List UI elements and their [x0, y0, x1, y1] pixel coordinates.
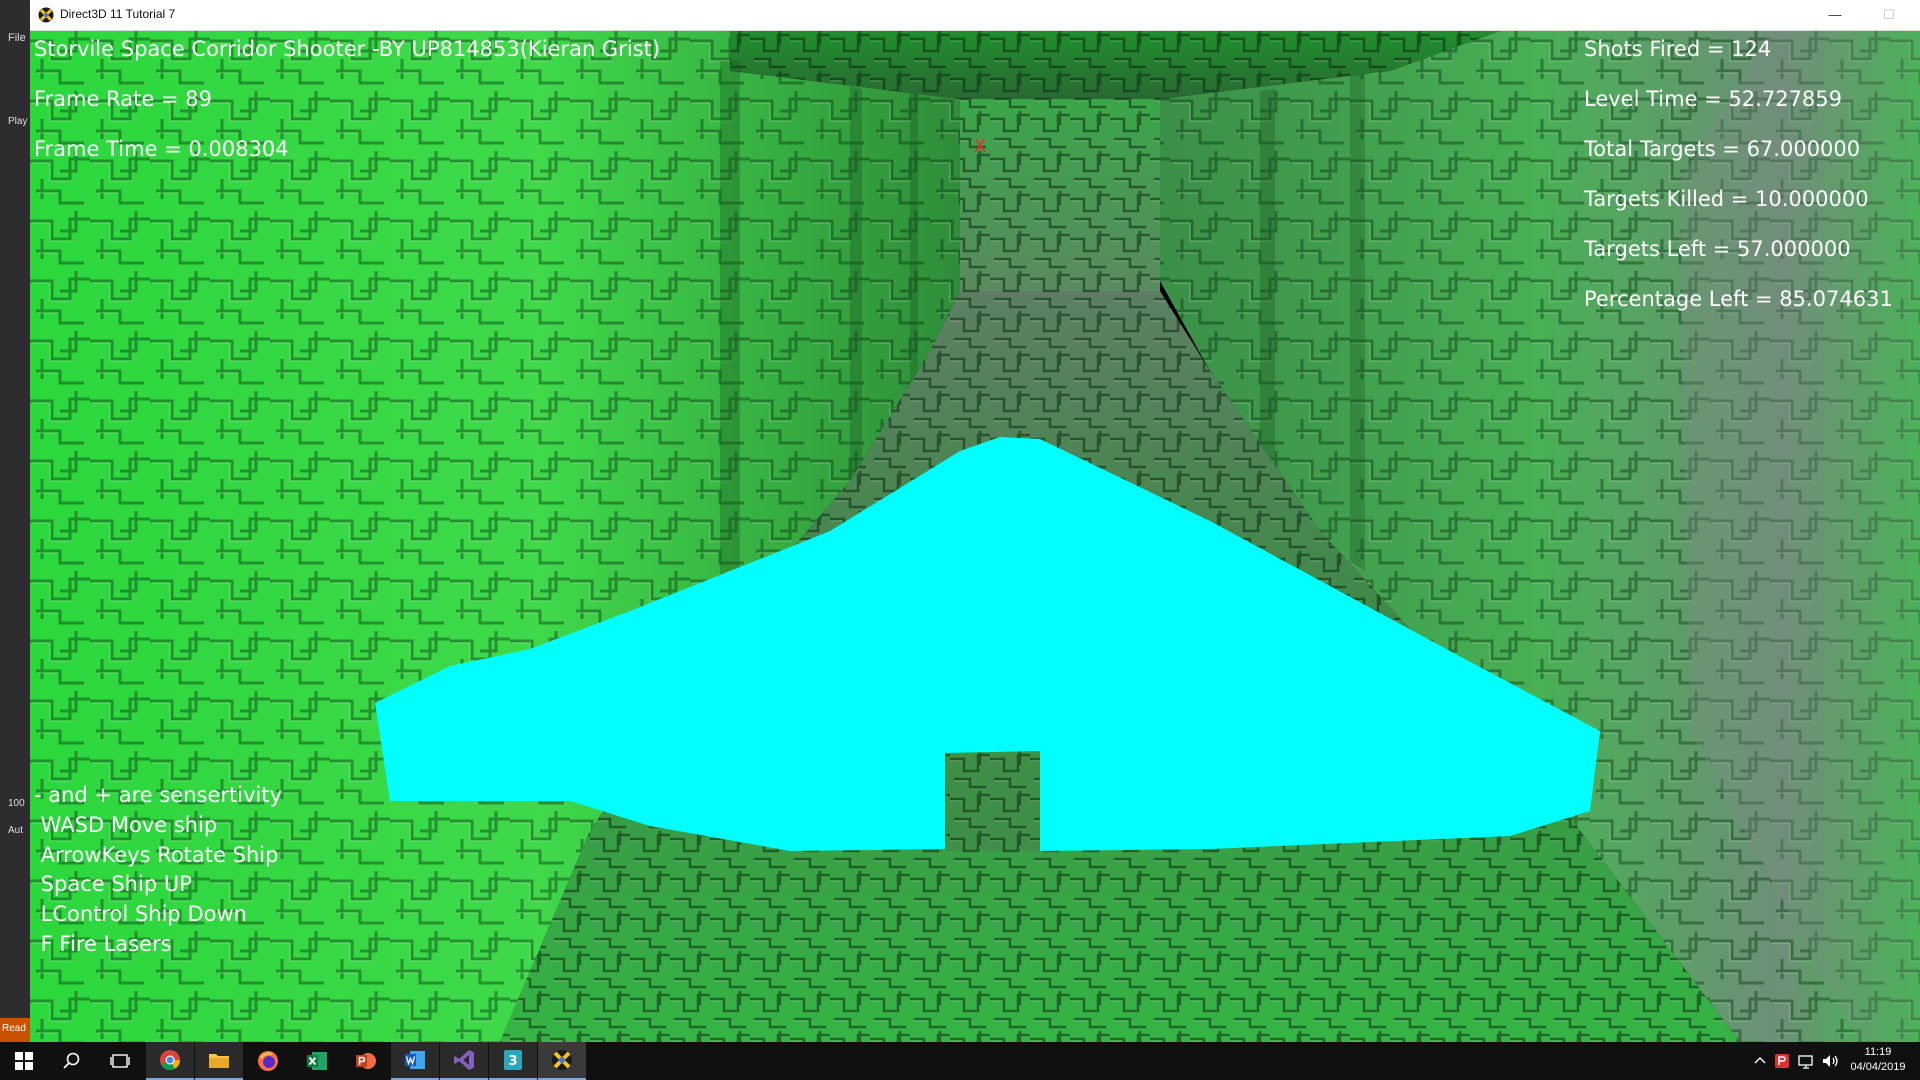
directx-app-icon[interactable] — [538, 1042, 586, 1080]
game-window: Direct3D 11 Tutorial 7 — ☐ X Storvile Sp… — [30, 0, 1920, 1042]
clock-date: 04/04/2019 — [1850, 1061, 1906, 1073]
excel-icon[interactable] — [293, 1042, 341, 1080]
taskbar: 3 11:19 04/04/2019 — [0, 1042, 1920, 1080]
taskbar-clock[interactable]: 11:19 04/04/2019 — [1842, 1045, 1914, 1075]
corridor-scene: X — [30, 31, 1920, 1042]
directx-app-icon — [38, 7, 54, 23]
ide-background: File Play 100 Aut Read — [0, 0, 30, 1042]
firefox-icon[interactable] — [244, 1042, 292, 1080]
powerpoint-icon[interactable] — [342, 1042, 390, 1080]
control-hint: Space Ship UP — [34, 872, 192, 896]
visual-studio-icon[interactable] — [440, 1042, 488, 1080]
control-hint: F Fire Lasers — [34, 932, 172, 956]
app-3-icon[interactable]: 3 — [489, 1042, 537, 1080]
ide-status-text: Read — [2, 1023, 26, 1034]
ide-menu-file[interactable]: File — [8, 32, 26, 44]
hud-frame-rate: Frame Rate = 89 — [34, 87, 212, 111]
svg-text:3: 3 — [508, 1054, 517, 1069]
task-view-icon[interactable] — [96, 1042, 144, 1080]
minimize-button[interactable]: — — [1812, 0, 1858, 30]
hud-percentage-left: Percentage Left = 85.074631 — [1584, 287, 1893, 311]
ide-status-bar: Read — [0, 1018, 30, 1042]
hud-targets-killed: Targets Killed = 10.000000 — [1584, 187, 1869, 211]
chrome-icon[interactable] — [146, 1042, 194, 1080]
hud-shots-fired: Shots Fired = 124 — [1584, 37, 1772, 61]
hud-total-targets: Total Targets = 67.000000 — [1584, 137, 1861, 161]
playstation-icon[interactable] — [1774, 1053, 1790, 1069]
word-icon[interactable] — [391, 1042, 439, 1080]
clock-time: 11:19 — [1864, 1046, 1892, 1058]
control-hint: WASD Move ship — [34, 813, 218, 837]
game-viewport[interactable]: X Storvile Space Corridor Shooter -BY UP… — [30, 31, 1920, 1042]
maximize-button[interactable]: ☐ — [1866, 0, 1912, 30]
crosshair: X — [974, 136, 986, 157]
ide-zoom-level: 100 — [8, 798, 25, 809]
hud-level-time: Level Time = 52.727859 — [1584, 87, 1843, 111]
title-bar[interactable]: Direct3D 11 Tutorial 7 — ☐ — [30, 0, 1920, 31]
control-hint: LControl Ship Down — [34, 902, 247, 926]
volume-icon[interactable] — [1822, 1053, 1840, 1069]
control-hint: - and + are sensertivity — [34, 783, 283, 807]
file-explorer-icon[interactable] — [195, 1042, 243, 1080]
chevron-up-icon[interactable] — [1754, 1055, 1766, 1067]
hud-frame-time: Frame Time = 0.008304 — [34, 137, 289, 161]
network-icon[interactable] — [1798, 1053, 1816, 1069]
ide-play-label[interactable]: Play — [8, 116, 27, 127]
hud-targets-left: Targets Left = 57.000000 — [1584, 237, 1851, 261]
ide-auto-label: Aut — [8, 825, 24, 836]
hud-game-title: Storvile Space Corridor Shooter -BY UP81… — [34, 37, 661, 61]
window-title: Direct3D 11 Tutorial 7 — [60, 7, 176, 21]
search-icon[interactable] — [48, 1042, 96, 1080]
windows-start-icon[interactable] — [0, 1042, 48, 1080]
control-hint: ArrowKeys Rotate Ship — [34, 843, 279, 867]
